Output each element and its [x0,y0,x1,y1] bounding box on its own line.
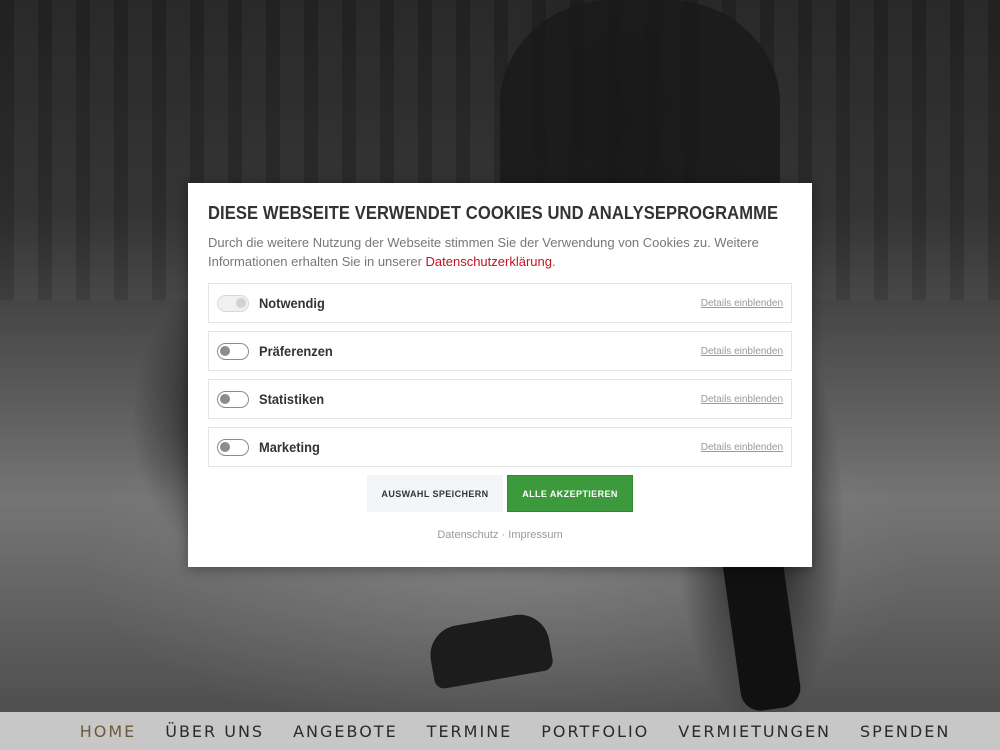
dialog-intro: Durch die weitere Nutzung der Webseite s… [208,233,768,271]
accept-all-button[interactable]: ALLE AKZEPTIEREN [507,475,633,512]
main-navigation: HOME ÜBER UNS ANGEBOTE TERMINE PORTFOLIO… [0,712,1000,750]
save-selection-button[interactable]: AUSWAHL SPEICHERN [367,475,503,512]
cookie-options: Notwendig Details einblenden Präferenzen… [208,283,792,467]
details-link-statistiken[interactable]: Details einblenden [701,394,783,405]
toggle-statistiken[interactable] [217,390,249,408]
option-row-notwendig: Notwendig Details einblenden [208,283,792,323]
option-row-praeferenzen: Präferenzen Details einblenden [208,331,792,371]
toggle-knob [236,297,246,308]
option-label-notwendig: Notwendig [259,295,325,311]
nav-item-angebote[interactable]: ANGEBOTE [293,722,398,741]
dialog-buttons: AUSWAHL SPEICHERN ALLE AKZEPTIEREN [208,475,792,512]
details-link-notwendig[interactable]: Details einblenden [701,298,783,309]
toggle-notwendig[interactable] [217,294,249,312]
dialog-footer-links: Datenschutz · Impressum [208,529,792,541]
option-label-praeferenzen: Präferenzen [259,343,333,359]
option-row-statistiken: Statistiken Details einblenden [208,379,792,419]
nav-item-home[interactable]: HOME [80,722,137,741]
nav-item-spenden[interactable]: SPENDEN [860,722,950,741]
option-row-marketing: Marketing Details einblenden [208,427,792,467]
cookie-consent-dialog: DIESE WEBSEITE VERWENDET COOKIES UND ANA… [188,183,812,567]
details-link-marketing[interactable]: Details einblenden [701,442,783,453]
toggle-marketing[interactable] [217,438,249,456]
imprint-link[interactable]: Impressum [508,529,562,541]
privacy-link[interactable]: Datenschutz [437,529,498,541]
option-label-marketing: Marketing [259,439,320,455]
nav-item-portfolio[interactable]: PORTFOLIO [541,722,649,741]
toggle-knob [220,441,230,452]
option-label-statistiken: Statistiken [259,391,325,407]
dialog-title: DIESE WEBSEITE VERWENDET COOKIES UND ANA… [208,203,779,223]
intro-end: . [551,254,556,269]
nav-item-termine[interactable]: TERMINE [427,722,513,741]
privacy-policy-link[interactable]: Datenschutzerklärung [426,254,552,269]
toggle-praeferenzen[interactable] [217,342,249,360]
details-link-praeferenzen[interactable]: Details einblenden [701,346,783,357]
nav-item-ueber-uns[interactable]: ÜBER UNS [165,722,264,741]
nav-item-vermietungen[interactable]: VERMIETUNGEN [678,722,831,741]
toggle-knob [220,345,230,356]
toggle-knob [220,393,230,404]
footer-separator: · [498,529,509,541]
